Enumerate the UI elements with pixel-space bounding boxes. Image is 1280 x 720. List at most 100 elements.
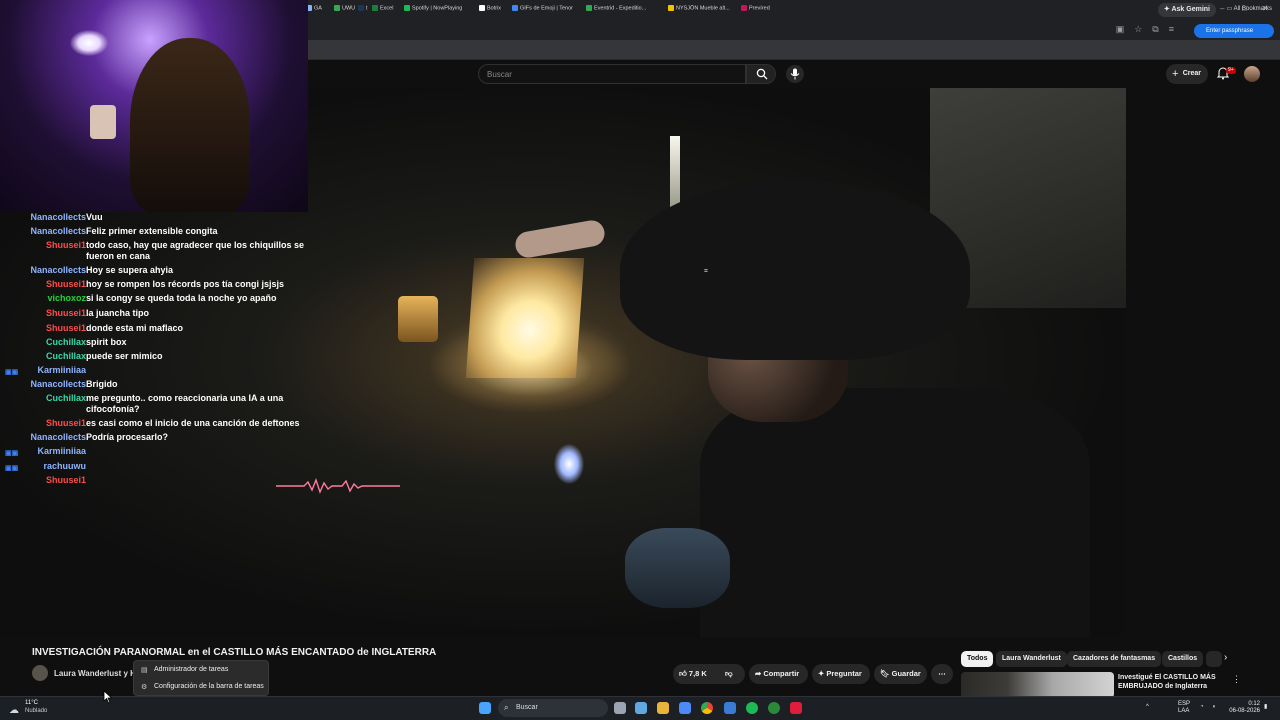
weather-widget[interactable]: ☁ — [9, 700, 19, 718]
chat-text: donde esta mi maflaco — [86, 323, 184, 333]
search-input[interactable]: Buscar — [478, 64, 746, 84]
chat-username[interactable]: Karmiiniiaa — [37, 365, 86, 376]
toolbar-icons: ▣☆⧉≡ — [1116, 24, 1184, 35]
chat-username[interactable]: Nanacollects — [30, 265, 86, 276]
notification-badge: 9+ — [1226, 67, 1236, 74]
volume-icon[interactable]: ◖ — [1212, 704, 1216, 711]
task-manager-label: Administrador de tareas — [154, 666, 229, 673]
bookmark-label: t — [366, 5, 368, 12]
bookmark-item[interactable]: Spotify | NowPlaying — [404, 5, 462, 11]
bookmark-item[interactable]: UWU — [334, 5, 355, 11]
chat-username[interactable]: Karmiiniiaa — [37, 446, 86, 457]
keyboard-layout: LAA — [1178, 708, 1190, 714]
filter-chip[interactable]: Todos — [961, 651, 994, 667]
settings-gear-icon: ⚙ — [141, 684, 148, 691]
bookmark-item[interactable]: t — [358, 5, 368, 11]
filter-chip[interactable]: Castillos — [1162, 651, 1204, 667]
share-button[interactable]: ➦ Compartir — [749, 664, 808, 684]
chat-username[interactable]: vichoxoz — [47, 293, 86, 304]
more-vertical-icon[interactable]: ⋮ — [1232, 674, 1241, 685]
chat-username[interactable]: Nanacollects — [30, 379, 86, 390]
xbox-icon[interactable] — [768, 702, 780, 714]
store-icon[interactable] — [679, 702, 691, 714]
chat-text: es casi como el inicio de una canción de… — [86, 418, 300, 428]
chat-text: puede ser mimico — [86, 351, 163, 361]
bookmark-item[interactable]: Eventrid - Expeditio... — [586, 5, 646, 11]
ask-button[interactable]: ✦ Preguntar — [812, 664, 870, 684]
save-button[interactable]: 🔖︎ Guardar — [874, 664, 927, 684]
minimize-icon[interactable]: – — [1220, 4, 1224, 13]
mouse-cursor-icon — [103, 690, 113, 704]
app-icon[interactable] — [724, 702, 736, 714]
channel-name[interactable]: Laura Wanderlust y Ha — [54, 669, 140, 678]
file-explorer-icon[interactable] — [657, 702, 669, 714]
voice-search-button[interactable] — [786, 65, 804, 83]
chat-text: Brigido — [86, 379, 118, 389]
more-actions-button[interactable]: ⋯ — [931, 664, 953, 684]
thumbs-down-icon[interactable]: 👎︎ — [725, 664, 733, 684]
task-view-icon[interactable] — [614, 702, 626, 714]
notification-center-icon[interactable]: ▮ — [1264, 704, 1267, 711]
date: 06-08-2026 — [1229, 708, 1260, 714]
clock[interactable]: 0:12 06-08-2026 — [1228, 701, 1260, 715]
chat-username[interactable]: Shuusei1 — [46, 279, 86, 290]
language-indicator[interactable]: ESP LAA — [1178, 701, 1190, 715]
chat-username[interactable]: Nanacollects — [30, 212, 86, 223]
thumbs-up-icon: 👍︎ — [679, 669, 689, 678]
chat-username[interactable]: Shuusei1 — [46, 475, 86, 486]
taskbar-settings-item[interactable]: ⚙ Configuración de la barra de tareas — [141, 683, 264, 691]
related-video-thumbnail[interactable] — [961, 672, 1114, 698]
language-code: ESP — [1178, 701, 1191, 707]
ask-gemini-label: Ask Gemini — [1171, 6, 1210, 13]
filter-chip[interactable]: Cazadores de fantasmas — [1067, 651, 1162, 667]
bookmark-icon: 🔖︎ — [880, 669, 892, 678]
ask-gemini-button[interactable]: ✦ Ask Gemini — [1157, 3, 1216, 17]
spotify-icon[interactable] — [746, 702, 758, 714]
chat-username[interactable]: Cuchillax — [46, 337, 86, 348]
task-manager-item[interactable]: ▤ Administrador de tareas — [141, 666, 229, 674]
related-video-title[interactable]: Investigué El CASTILLO MÁS EMBRUJADO de … — [1118, 673, 1228, 691]
extensions-icon[interactable]: ⧉ — [1152, 24, 1168, 34]
chat-username[interactable]: Nanacollects — [30, 432, 86, 443]
star-icon[interactable]: ☆ — [1134, 24, 1152, 34]
video-title: INVESTIGACIÓN PARANORMAL en el CASTILLO … — [32, 647, 437, 658]
bookmark-item[interactable]: Botrix — [479, 5, 501, 11]
task-manager-icon: ▤ — [141, 667, 148, 674]
folder-icon: ▭ — [1226, 6, 1234, 12]
app-red-icon[interactable] — [790, 702, 802, 714]
bookmark-item[interactable]: GIFs de Emoji | Tenor — [512, 5, 573, 11]
chat-username[interactable]: Cuchillax — [46, 351, 86, 362]
chat-username[interactable]: Shuusei1 — [46, 418, 86, 429]
chat-username[interactable]: Shuusei1 — [46, 323, 86, 334]
taskbar-search[interactable]: ⌕ Buscar — [498, 699, 608, 717]
bookmark-favicon-icon — [741, 5, 747, 11]
chevron-up-icon[interactable]: ^ — [1146, 704, 1149, 711]
channel-avatar[interactable] — [32, 665, 48, 681]
bookmark-item[interactable]: Prevíred — [741, 5, 770, 11]
search-button[interactable] — [746, 64, 776, 84]
chat-username[interactable]: Nanacollects — [30, 226, 86, 237]
cast-icon[interactable]: ▣ — [1116, 24, 1135, 34]
chat-username[interactable]: Shuusei1 — [46, 240, 86, 251]
media-icon[interactable]: ≡ — [1169, 24, 1184, 34]
create-button[interactable]: + Crear — [1166, 64, 1208, 84]
wifi-icon[interactable]: ◔ — [1200, 704, 1204, 711]
plus-icon: + — [1172, 68, 1179, 80]
widgets-icon[interactable] — [635, 702, 647, 714]
bookmark-label: Botrix — [487, 5, 502, 12]
chat-username[interactable]: Shuusei1 — [46, 308, 86, 319]
windows-start-icon[interactable] — [479, 702, 491, 714]
chrome-icon[interactable] — [701, 702, 713, 714]
all-bookmarks-button[interactable]: ▭ All Bookmarks — [1227, 5, 1272, 12]
chat-badge-icon: ▣▣ — [5, 450, 19, 457]
chevron-right-icon[interactable]: › — [1224, 652, 1227, 663]
filter-chip[interactable]: Laura Wanderlust — [996, 651, 1067, 667]
user-avatar[interactable] — [1244, 66, 1260, 82]
enter-passphrase-button[interactable]: Enter passphrase — [1194, 24, 1274, 38]
bookmark-item[interactable]: NYSJÖN Mueble alt... — [668, 5, 730, 11]
bookmark-item[interactable]: Excel — [372, 5, 393, 11]
bookmark-item[interactable]: GA — [306, 5, 322, 11]
chat-username[interactable]: rachuuwu — [43, 461, 86, 472]
chat-username[interactable]: Cuchillax — [46, 393, 86, 404]
like-button[interactable]: 👍︎ 7,8 K — [679, 664, 707, 684]
